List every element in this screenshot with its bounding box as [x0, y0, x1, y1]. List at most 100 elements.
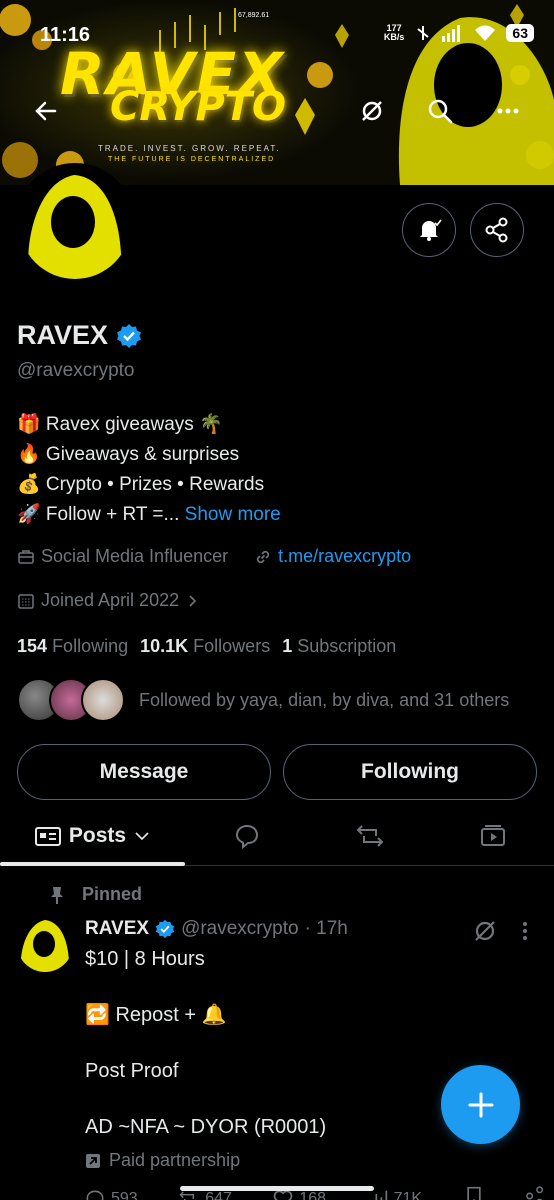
paid-partnership-label: Paid partnership	[109, 1150, 241, 1170]
pinned-label: Pinned	[82, 884, 143, 904]
plus-icon	[468, 1092, 493, 1117]
grok-icon	[362, 101, 382, 121]
grok-button[interactable]	[352, 94, 392, 128]
post-line: AD ~NFA ~ DYOR (R0001)	[85, 1116, 327, 1138]
avatar[interactable]	[15, 163, 135, 283]
bio-line: 🔥 Giveaways & surprises	[17, 444, 240, 465]
pin-icon	[51, 886, 63, 904]
bio-line: 🚀 Follow + RT =... Show more	[17, 500, 281, 530]
video-icon	[480, 825, 505, 846]
arrow-left-icon	[35, 101, 57, 121]
calendar-icon	[18, 593, 34, 609]
profile-name: RAVEX	[17, 320, 109, 350]
post-line: Post Proof	[85, 1060, 179, 1082]
grok-icon	[475, 921, 495, 941]
following-count-link[interactable]: 154 Following	[17, 636, 128, 657]
post-line: $10 | 8 Hours	[85, 948, 205, 970]
share-icon	[485, 217, 508, 243]
followed-by-text: Followed by yaya, dian, by diva, and 31 …	[139, 689, 510, 710]
views-action[interactable]: 71K	[368, 1186, 422, 1200]
tab-replies[interactable]	[185, 808, 308, 864]
joined-date: Joined April 2022	[41, 590, 180, 610]
following-button[interactable]: Following	[283, 744, 537, 800]
post-line: 🔁 Repost + 🔔	[85, 1004, 227, 1026]
posts-icon	[34, 827, 61, 846]
views-count: 71K	[393, 1189, 423, 1200]
subscription-label: Subscription	[297, 636, 397, 656]
tab-posts-label: Posts	[68, 824, 127, 847]
tab-posts[interactable]: Posts	[0, 808, 185, 866]
reply-action[interactable]: 593	[85, 1186, 138, 1200]
verified-badge-icon[interactable]	[116, 323, 142, 349]
profile-meta-row: Social Media Influencer t.me/ravexcrypto	[17, 546, 411, 567]
verified-badge-icon	[155, 919, 175, 939]
followers-label: Followers	[193, 636, 271, 656]
reply-icon	[86, 1190, 104, 1200]
followers-count-link[interactable]: 10.1K Followers	[140, 636, 270, 657]
repost-count: 647	[205, 1189, 232, 1200]
home-indicator[interactable]	[180, 1186, 374, 1191]
follow-counts: 154 Following 10.1K Followers 1 Subscrip…	[17, 636, 396, 657]
avatar-image	[19, 167, 131, 279]
bookmark-icon	[466, 1186, 481, 1200]
post-avatar-image	[17, 916, 73, 972]
following-label: Following	[52, 636, 129, 656]
banner-price: 67,892.61	[238, 12, 270, 19]
show-more-link[interactable]: Show more	[185, 504, 281, 525]
more-horizontal-icon	[497, 108, 519, 114]
battery-indicator: 63	[506, 24, 534, 42]
link-icon	[257, 550, 270, 563]
share-button[interactable]	[470, 203, 524, 257]
subscription-count-link[interactable]: 1 Subscription	[282, 636, 396, 657]
search-button[interactable]	[420, 94, 460, 128]
status-icons: 177 KB/s 63	[384, 24, 534, 42]
message-button[interactable]: Message	[17, 744, 271, 800]
share-action[interactable]	[525, 1186, 545, 1200]
bio-line: 🎁 Ravex giveaways 🌴	[17, 414, 223, 435]
pinned-label-row: Pinned	[48, 884, 142, 905]
wifi-icon	[474, 24, 496, 42]
banner-tagline: TRADE. INVEST. GROW. REPEAT.	[98, 144, 281, 153]
tab-reposts[interactable]	[308, 808, 431, 864]
post-line	[85, 1029, 326, 1057]
followed-by-row[interactable]: Followed by yaya, dian, by diva, and 31 …	[17, 678, 509, 722]
compose-post-button[interactable]	[441, 1065, 520, 1144]
subscription-count: 1	[282, 636, 293, 656]
post-header: RAVEX @ravexcrypto · 17h	[85, 918, 348, 940]
post-more-button[interactable]	[516, 918, 534, 949]
notification-button[interactable]	[402, 203, 456, 257]
signal-icon	[442, 24, 464, 42]
post-avatar[interactable]	[17, 916, 73, 972]
status-bar: 11:16 177 KB/s 63	[0, 20, 554, 50]
banner-subtitle: CRYPTO	[110, 84, 287, 130]
profile-bio: 🎁 Ravex giveaways 🌴 🔥 Giveaways & surpri…	[17, 410, 281, 530]
like-count: 168	[299, 1189, 327, 1200]
mute-icon	[414, 24, 432, 42]
paid-partnership-icon	[86, 1153, 100, 1168]
paid-partnership-row: Paid partnership	[85, 1150, 240, 1171]
joined-row[interactable]: Joined April 2022	[17, 590, 199, 611]
tab-media[interactable]	[431, 808, 554, 864]
profile-category: Social Media Influencer	[41, 546, 229, 566]
search-icon	[428, 99, 453, 124]
status-time: 11:16	[40, 24, 91, 46]
post-grok-button[interactable]	[472, 918, 498, 949]
post-text[interactable]: $10 | 8 Hours 🔁 Repost + 🔔 Post Proof AD…	[85, 945, 326, 1141]
bell-check-icon	[420, 219, 442, 241]
post-author-name[interactable]: RAVEX	[85, 918, 149, 940]
profile-link[interactable]: t.me/ravexcrypto	[278, 546, 411, 567]
profile-handle: @ravexcrypto	[17, 360, 135, 381]
profile-name-row: RAVEX	[17, 320, 142, 351]
bookmark-action[interactable]	[464, 1186, 484, 1200]
more-button[interactable]	[488, 94, 528, 128]
network-speed: 177 KB/s	[384, 24, 405, 42]
bio-line-text: 🚀 Follow + RT =...	[17, 504, 180, 525]
banner-tagline-2: THE FUTURE IS DECENTRALIZED	[108, 156, 276, 163]
network-speed-unit: KB/s	[383, 32, 405, 42]
back-button[interactable]	[26, 94, 66, 128]
briefcase-icon	[18, 549, 34, 564]
share-icon	[526, 1186, 544, 1200]
post-line	[85, 973, 326, 1001]
post-author-handle: @ravexcrypto	[181, 918, 299, 939]
following-count: 154	[17, 636, 48, 656]
